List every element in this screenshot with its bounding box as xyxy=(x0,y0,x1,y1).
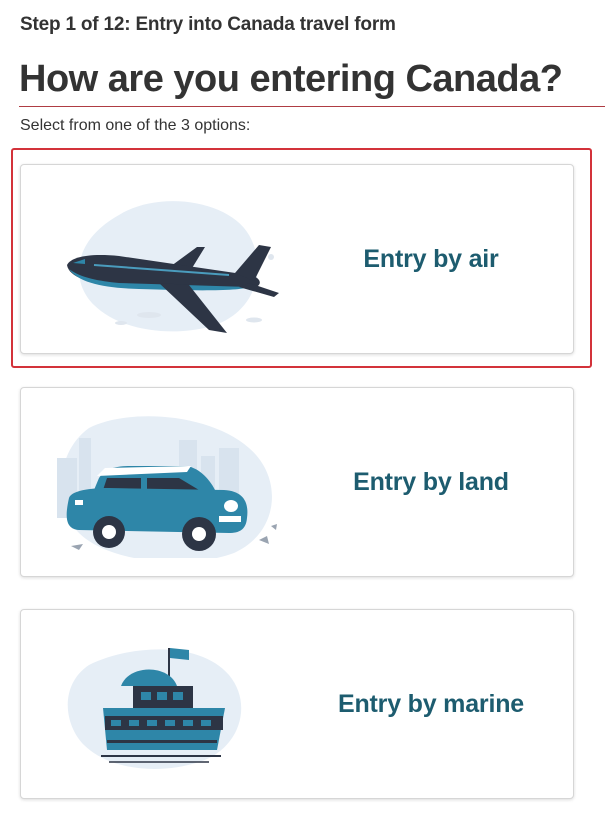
ship-illustration xyxy=(67,648,242,769)
step-indicator: Step 1 of 12: Entry into Canada travel f… xyxy=(20,14,396,35)
option-entry-by-land[interactable]: Entry by land xyxy=(20,387,574,577)
title-divider xyxy=(19,106,605,107)
airplane-illustration xyxy=(67,201,279,333)
page-title: How are you entering Canada? xyxy=(19,58,563,100)
option-label-marine: Entry by marine xyxy=(338,689,524,718)
option-label-air: Entry by air xyxy=(363,244,499,273)
option-entry-by-air[interactable]: Entry by air xyxy=(20,164,574,354)
option-label-land: Entry by land xyxy=(353,467,509,496)
option-entry-by-marine[interactable]: Entry by marine xyxy=(20,609,574,799)
instructions-text: Select from one of the 3 options: xyxy=(20,117,251,134)
car-illustration xyxy=(57,416,277,558)
